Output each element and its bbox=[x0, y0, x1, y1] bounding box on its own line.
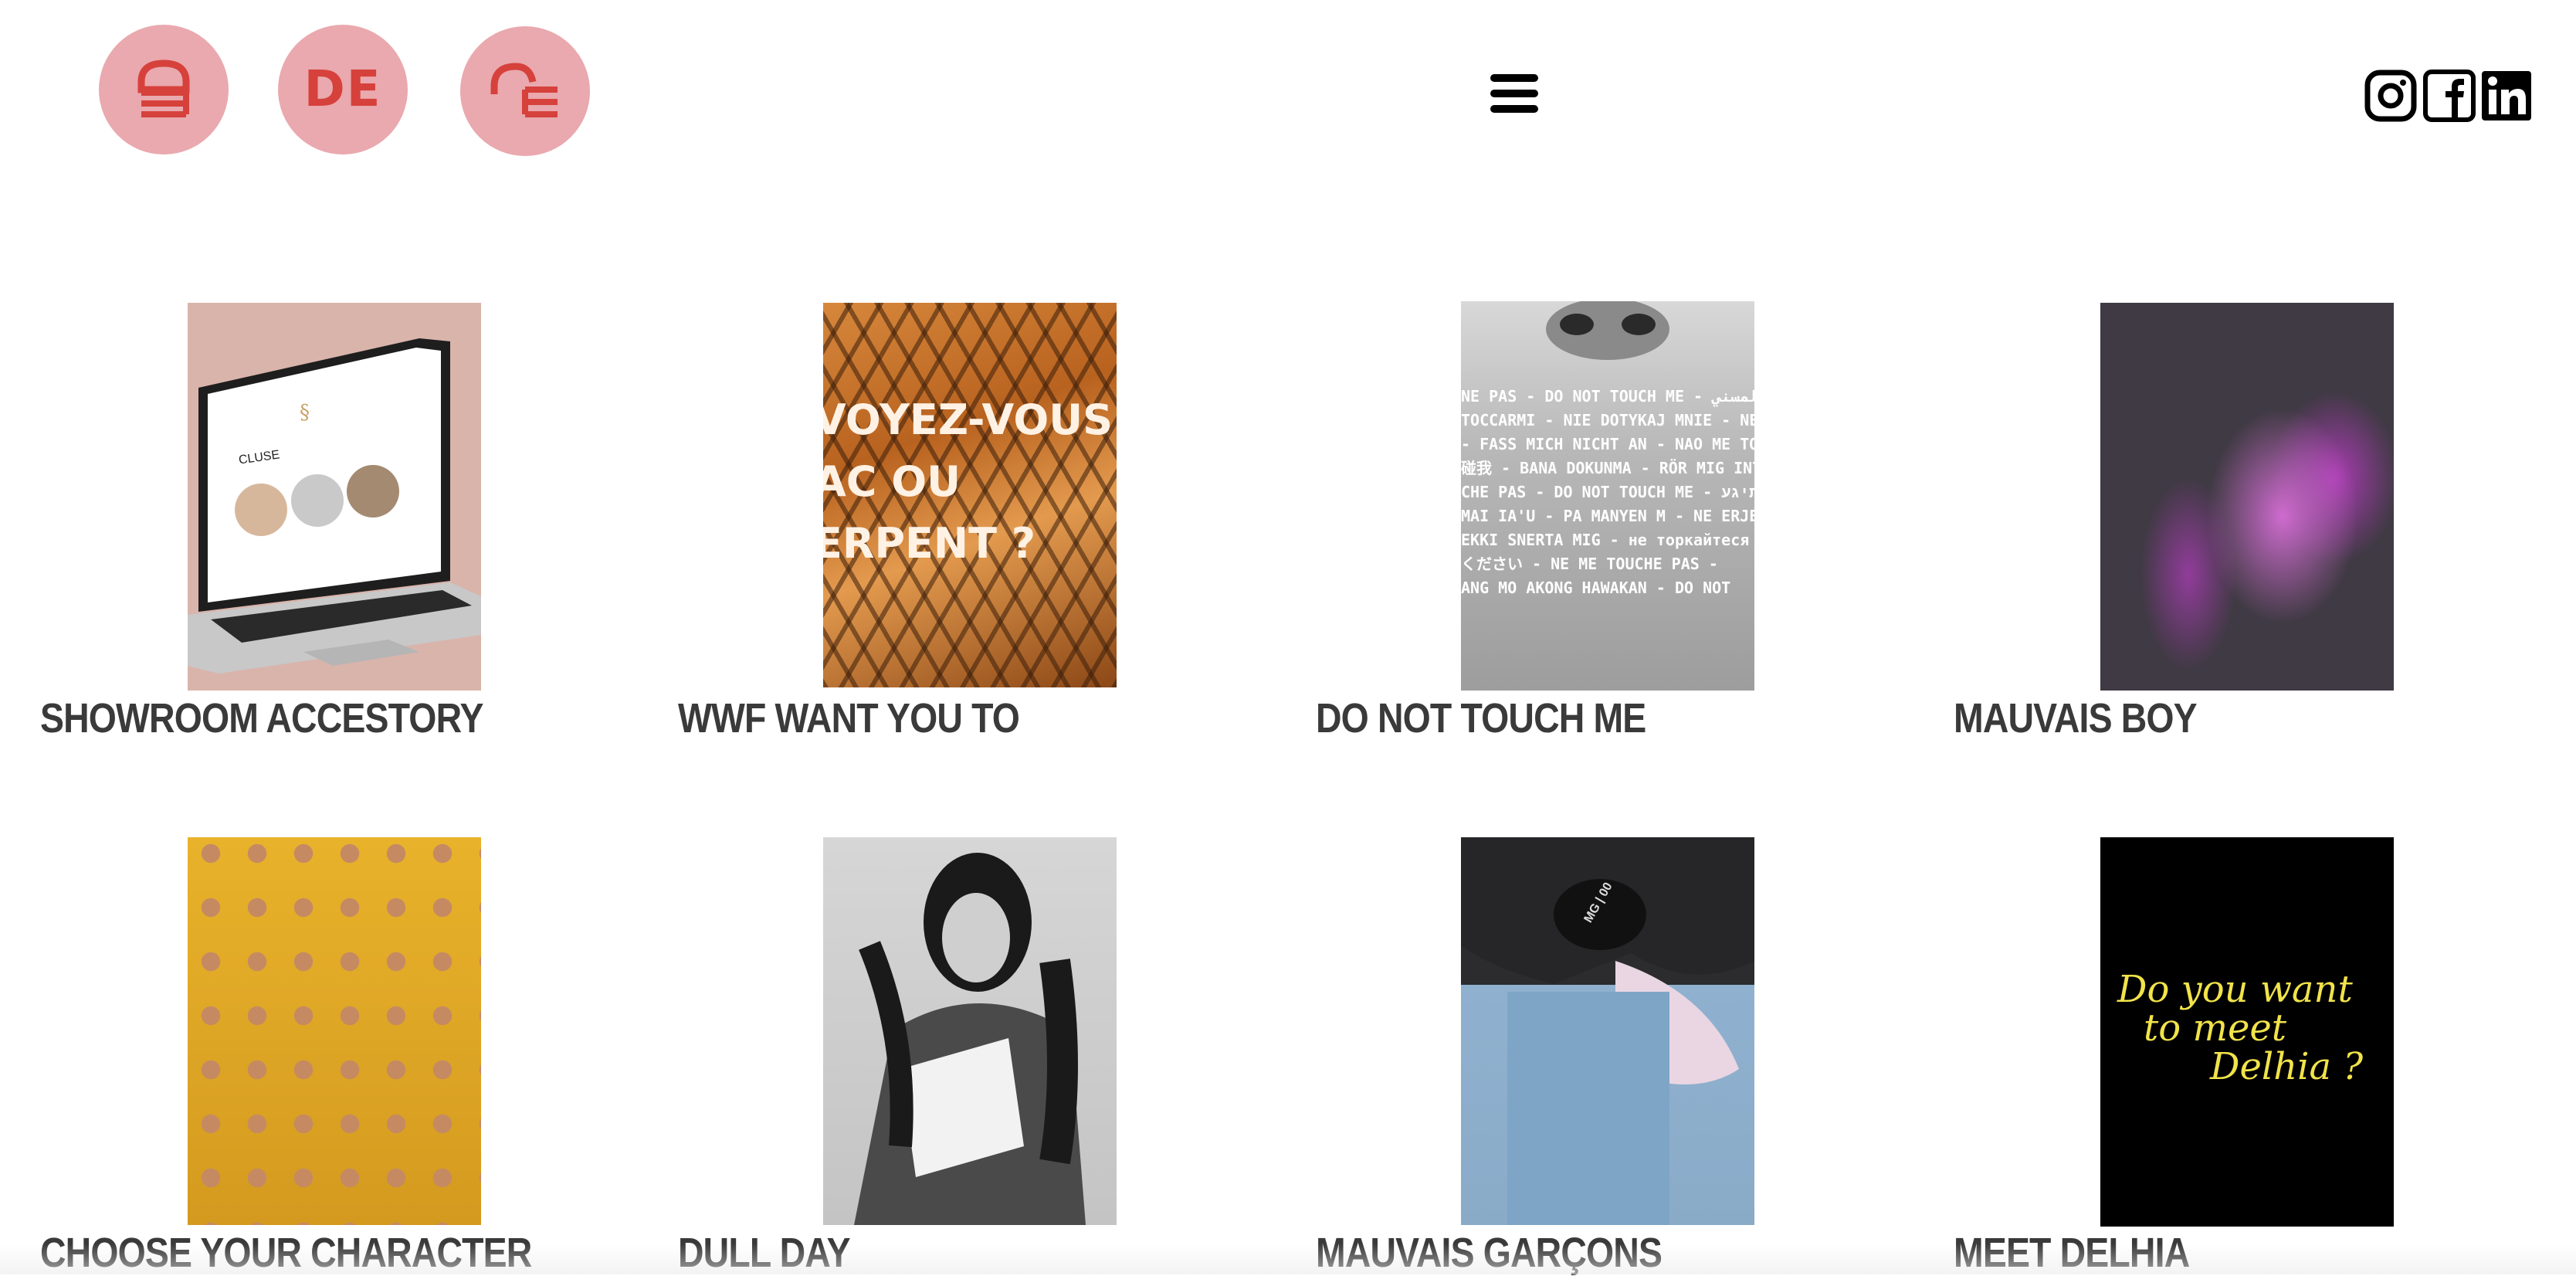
de-logo-rotated-icon bbox=[490, 63, 558, 117]
svg-text:§: § bbox=[300, 401, 310, 424]
thumb-line: VOYEZ-VOUS ? bbox=[823, 395, 1117, 444]
bottom-scroll-fade bbox=[0, 1244, 2576, 1274]
project-thumbnail[interactable] bbox=[2100, 303, 2394, 691]
linkedin-icon[interactable] bbox=[2480, 70, 2533, 122]
thumb-line: Do you want bbox=[2117, 968, 2353, 1011]
project-title[interactable]: DO NOT TOUCH ME bbox=[1316, 695, 1646, 742]
logo-de-flipped[interactable] bbox=[99, 25, 229, 154]
logo-de[interactable]: DE bbox=[278, 25, 408, 154]
hamburger-bar bbox=[1490, 74, 1538, 82]
thumb-line: ください - NE ME TOUCHE PAS - bbox=[1461, 555, 1718, 573]
project-title[interactable]: WWF WANT YOU TO bbox=[678, 695, 1020, 742]
nose-image bbox=[1546, 301, 1669, 360]
thumb-overlay-text: Do you want to meet Delhia ? bbox=[2117, 970, 2380, 1086]
project-thumbnail[interactable]: Do you want to meet Delhia ? bbox=[2100, 837, 2394, 1227]
thumb-line: 碰我 - BANA DOKUNMA - RÖR MIG INTE bbox=[1461, 459, 1754, 477]
project-thumbnail[interactable]: § CLUSE bbox=[188, 303, 481, 691]
project-thumbnail[interactable]: NE PAS - DO NOT TOUCH ME - لا تلمسني TOC… bbox=[1461, 301, 1754, 691]
thumb-line: TOCCARMI - NIE DOTYKAJ MNIE - NE bbox=[1461, 411, 1754, 429]
de-logo-icon: DE bbox=[303, 61, 382, 118]
de-logo-flipped-icon bbox=[137, 59, 190, 117]
logo-de-rotated[interactable] bbox=[460, 26, 590, 156]
project-thumbnail[interactable] bbox=[188, 837, 481, 1225]
project-thumbnail[interactable] bbox=[823, 837, 1117, 1225]
hamburger-bar bbox=[1490, 90, 1538, 97]
thumb-line: to meet bbox=[2144, 1006, 2287, 1050]
thumb-line: ANG MO AKONG HAWAKAN - DO NOT bbox=[1461, 579, 1731, 597]
thumb-overlay-text: NE PAS - DO NOT TOUCH ME - لا تلمسني TOC… bbox=[1461, 385, 1754, 600]
thumb-line: AC OU bbox=[823, 457, 961, 506]
hamburger-menu-icon[interactable] bbox=[1490, 74, 1538, 113]
project-title[interactable]: MAUVAIS BOY bbox=[1954, 695, 2198, 742]
thumb-line: NE PAS - DO NOT TOUCH ME - لا تلمسني bbox=[1461, 387, 1754, 406]
thumb-line: CHE PAS - DO NOT TOUCH ME - אל תיגע bbox=[1461, 483, 1754, 501]
thumb-line: - FASS MICH NICHT AN - NAO ME TOQUE bbox=[1461, 435, 1754, 453]
thumb-overlay-text: VOYEZ-VOUS ? AC OU ERPENT ? bbox=[823, 389, 1117, 575]
instagram-icon[interactable] bbox=[2364, 70, 2417, 122]
project-title[interactable]: SHOWROOM ACCESTORY bbox=[40, 695, 484, 742]
laptop-image: § bbox=[188, 338, 481, 674]
reading-girl-image bbox=[854, 853, 1086, 1225]
thumb-line: Delhia ? bbox=[2210, 1045, 2364, 1088]
project-thumbnail[interactable]: MG | 00 bbox=[1461, 837, 1754, 1225]
thumb-line: EKKI SNERTA MIG - не торкайтеся bbox=[1461, 531, 1750, 549]
facebook-icon[interactable] bbox=[2423, 70, 2476, 122]
project-thumbnail[interactable]: VOYEZ-VOUS ? AC OU ERPENT ? bbox=[823, 303, 1117, 687]
hamburger-bar bbox=[1490, 105, 1538, 113]
thumb-line: ERPENT ? bbox=[823, 519, 1036, 568]
thumb-line: MAI IA'U - PA MANYEN M - NE ERJEN HOZZÁ bbox=[1461, 507, 1754, 525]
